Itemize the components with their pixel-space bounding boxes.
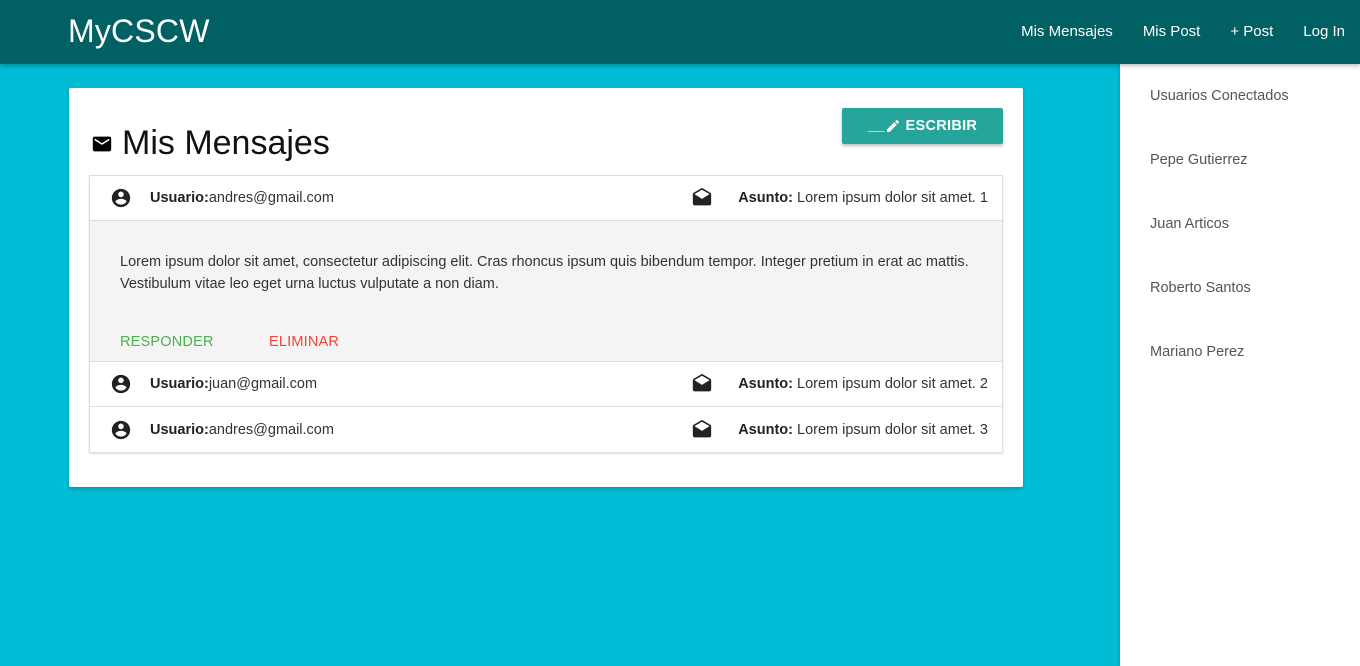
account-circle-icon: [111, 374, 131, 394]
sidebar-user[interactable]: Mariano Perez: [1150, 344, 1244, 360]
sidebar-heading: Usuarios Conectados: [1150, 88, 1289, 104]
message-user: Usuario:andres@gmail.com: [150, 190, 334, 206]
messages-card: Mis Mensajes __ ESCRIBIR Usuario:andres@…: [69, 88, 1023, 487]
sidebar-user[interactable]: Roberto Santos: [1150, 280, 1251, 296]
message-user: Usuario:andres@gmail.com: [150, 422, 334, 438]
nav-link-log-in[interactable]: Log In: [1288, 0, 1360, 64]
brand-logo[interactable]: MyCSCW: [68, 13, 210, 50]
subject-label: Asunto:: [738, 376, 793, 392]
reply-button[interactable]: RESPONDER: [120, 334, 214, 350]
user-label: Usuario:: [150, 190, 209, 206]
user-email: juan@gmail.com: [208, 376, 318, 392]
message-subject: Asunto: Lorem ipsum dolor sit amet. 3: [738, 422, 988, 438]
messages-list: Usuario:andres@gmail.com Asunto: Lorem i…: [89, 175, 1003, 452]
delete-button[interactable]: ELIMINAR: [269, 334, 339, 350]
nav-link-mis-mensajes[interactable]: Mis Mensajes: [1006, 0, 1128, 64]
message-subject: Asunto: Lorem ipsum dolor sit amet. 2: [738, 376, 988, 392]
nav-link-mis-post[interactable]: Mis Post: [1128, 0, 1216, 64]
page-title-wrap: Mis Mensajes: [91, 124, 330, 163]
mail-icon: [92, 136, 112, 151]
page-title: Mis Mensajes: [122, 124, 330, 162]
sidebar-user[interactable]: Juan Articos: [1150, 216, 1229, 232]
message-body-text: Lorem ipsum dolor sit amet, consectetur …: [120, 254, 969, 292]
subject-value: Lorem ipsum dolor sit amet. 2: [797, 376, 988, 392]
message-subject: Asunto: Lorem ipsum dolor sit amet. 1: [738, 190, 988, 206]
message-header[interactable]: Usuario:andres@gmail.com Asunto: Lorem i…: [90, 407, 1002, 452]
sidebar-user[interactable]: Pepe Gutierrez: [1150, 152, 1248, 168]
user-label: Usuario:: [150, 376, 209, 392]
user-email: andres@gmail.com: [208, 421, 334, 438]
message-body: Lorem ipsum dolor sit amet, consectetur …: [90, 221, 1002, 362]
drafts-icon: [692, 419, 712, 437]
pencil-icon: [886, 119, 899, 132]
write-button-prefix: __: [867, 118, 885, 134]
message-user: Usuario:juan@gmail.com: [150, 376, 317, 392]
account-circle-icon: [111, 420, 131, 439]
drafts-icon: [692, 373, 712, 392]
drafts-icon: [692, 187, 712, 206]
nav-links: Mis Mensajes Mis Post + Post Log In: [1006, 0, 1360, 64]
account-circle-icon: [111, 188, 131, 208]
subject-label: Asunto:: [738, 421, 793, 438]
write-button-label: ESCRIBIR: [905, 118, 978, 134]
nav-link-new-post[interactable]: + Post: [1215, 0, 1288, 64]
subject-value: Lorem ipsum dolor sit amet. 1: [797, 190, 988, 206]
write-button[interactable]: __ ESCRIBIR: [842, 108, 1003, 144]
top-navbar: MyCSCW Mis Mensajes Mis Post + Post Log …: [0, 0, 1360, 64]
user-label: Usuario:: [150, 421, 209, 438]
message-header[interactable]: Usuario:juan@gmail.com Asunto: Lorem ips…: [90, 362, 1002, 407]
subject-label: Asunto:: [738, 190, 793, 206]
user-email: andres@gmail.com: [208, 190, 334, 206]
connected-users-sidebar: Usuarios Conectados Pepe Gutierrez Juan …: [1120, 64, 1360, 666]
message-header[interactable]: Usuario:andres@gmail.com Asunto: Lorem i…: [90, 176, 1002, 221]
subject-value: Lorem ipsum dolor sit amet. 3: [797, 421, 988, 438]
